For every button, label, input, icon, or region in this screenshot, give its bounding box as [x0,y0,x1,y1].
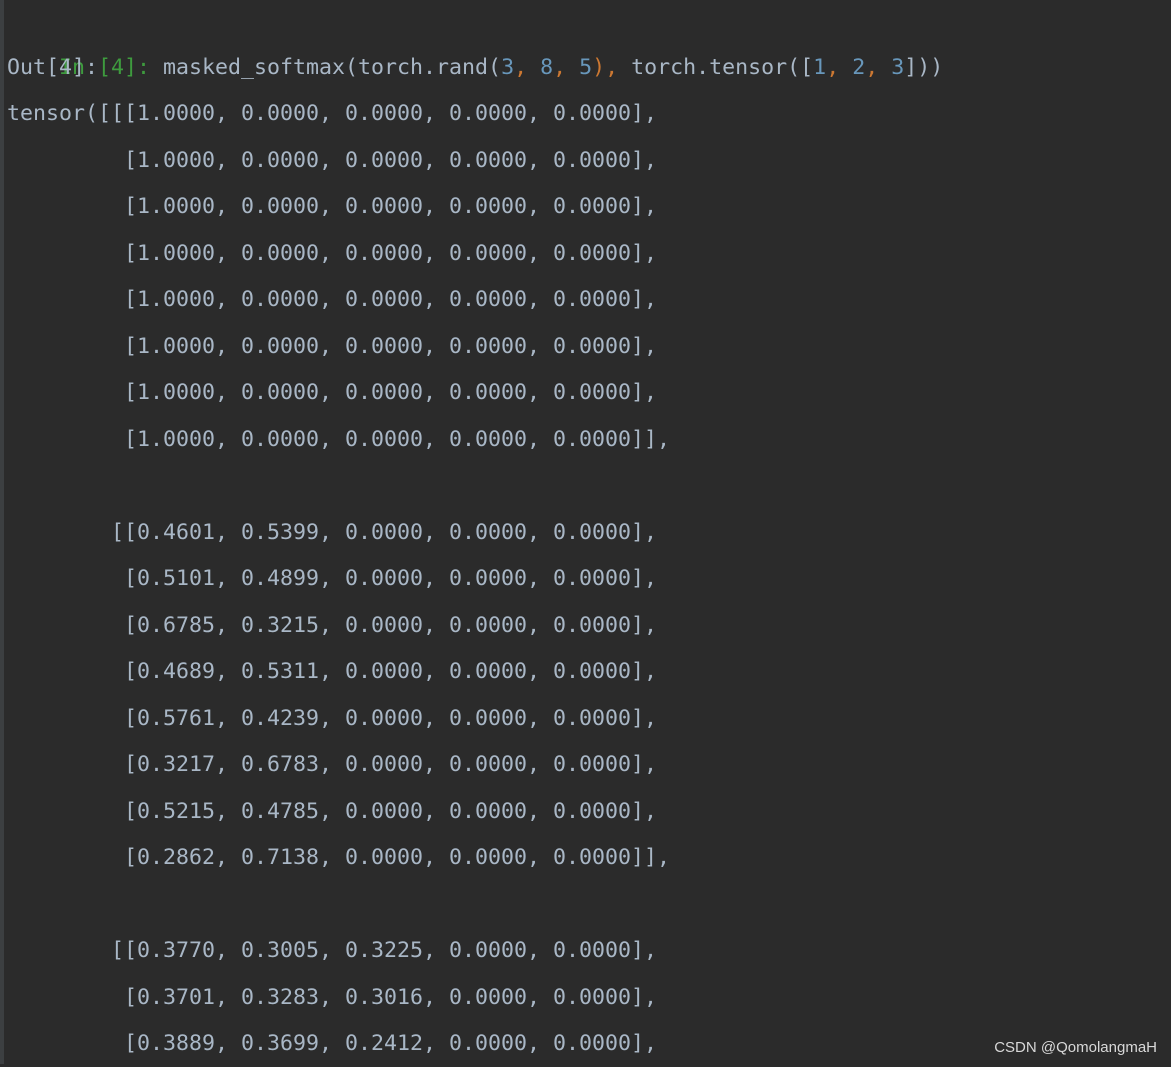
code-token: , [826,55,853,80]
watermark: CSDN @QomolangmaH [994,1039,1157,1056]
code-token: , [553,55,580,80]
output-line: [[0.3770, 0.3005, 0.3225, 0.0000, 0.0000… [7,938,658,963]
code-token: masked_softmax(torch.rand( [163,55,502,80]
code-token: 3 [501,55,515,80]
code-token: ])) [904,55,944,80]
output-line: [1.0000, 0.0000, 0.0000, 0.0000, 0.0000]… [7,194,658,219]
output-line: [0.4689, 0.5311, 0.0000, 0.0000, 0.0000]… [7,659,658,684]
output-line: [0.5101, 0.4899, 0.0000, 0.0000, 0.0000]… [7,566,658,591]
output-line: [0.3217, 0.6783, 0.0000, 0.0000, 0.0000]… [7,752,658,777]
output-line: [0.6785, 0.3215, 0.0000, 0.0000, 0.0000]… [7,612,658,638]
output-line: [0.5761, 0.4239, 0.0000, 0.0000, 0.0000]… [7,705,658,731]
output-line: [0.3701, 0.3283, 0.3016, 0.0000, 0.0000]… [7,984,658,1010]
code-token: 2 [852,55,866,80]
output-prompt: Out[4]: [7,55,99,80]
code-token: torch.tensor([ [631,55,814,80]
input-code: masked_softmax(torch.rand(3, 8, 5), torc… [163,55,943,80]
code-token: 1 [813,55,827,80]
code-token: ), [592,55,632,80]
input-line: In [4]: masked_softmax(torch.rand(3, 8, … [7,0,943,80]
output-line: [0.3889, 0.3699, 0.2412, 0.0000, 0.0000]… [7,1031,658,1056]
output-line: [[0.4601, 0.5399, 0.0000, 0.0000, 0.0000… [7,519,658,545]
code-token: 5 [579,55,593,80]
code-token: 8 [540,55,554,80]
output-line: [1.0000, 0.0000, 0.0000, 0.0000, 0.0000]… [7,147,658,173]
code-token: 3 [891,55,905,80]
output-line: [1.0000, 0.0000, 0.0000, 0.0000, 0.0000]… [7,380,658,405]
output-line: tensor([[[1.0000, 0.0000, 0.0000, 0.0000… [7,101,658,126]
output-line: [1.0000, 0.0000, 0.0000, 0.0000, 0.0000]… [7,426,671,452]
output-line: [1.0000, 0.0000, 0.0000, 0.0000, 0.0000]… [7,287,658,312]
code-token: , [514,55,541,80]
output-line: [0.2862, 0.7138, 0.0000, 0.0000, 0.0000]… [7,845,671,870]
output-line: [1.0000, 0.0000, 0.0000, 0.0000, 0.0000]… [7,240,658,266]
output-line: [0.5215, 0.4785, 0.0000, 0.0000, 0.0000]… [7,798,658,824]
console-gutter [0,0,4,1064]
code-token: , [865,55,892,80]
output-line: [1.0000, 0.0000, 0.0000, 0.0000, 0.0000]… [7,333,658,359]
console-output-area[interactable]: In [4]: masked_softmax(torch.rand(3, 8, … [7,0,1167,1064]
